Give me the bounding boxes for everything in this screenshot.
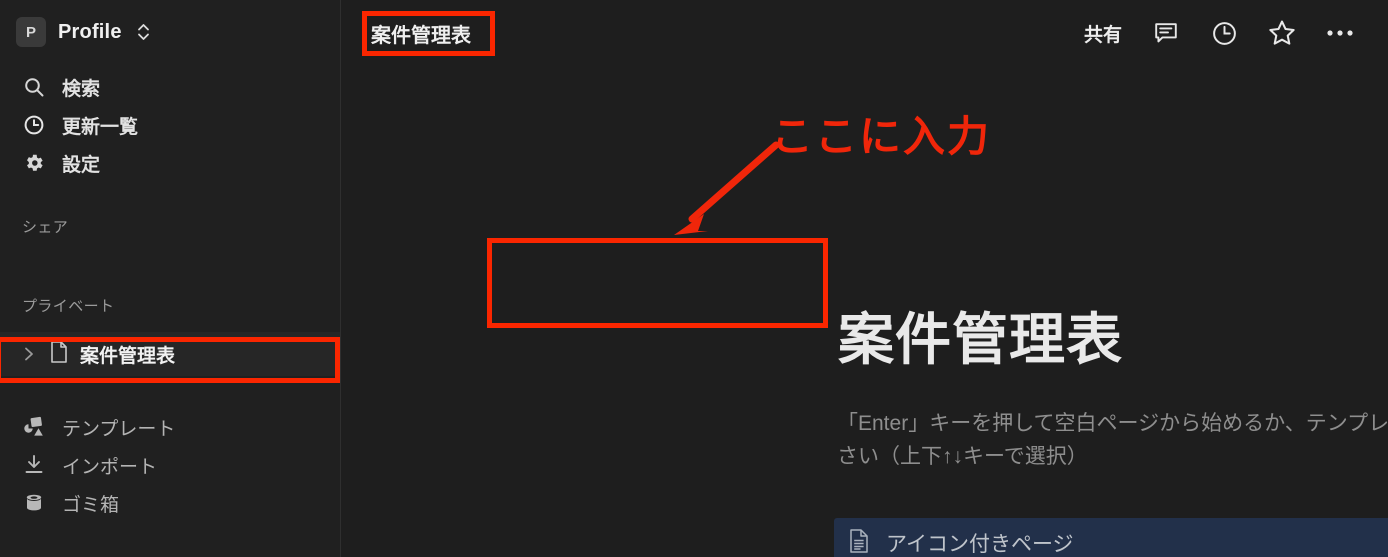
sidebar-item-trash[interactable]: ゴミ箱 [0, 484, 340, 522]
sidebar-item-label: 設定 [62, 154, 101, 176]
template-option-list: アイコン付きページ 空白ページ [834, 518, 1388, 557]
avatar: P [16, 17, 46, 47]
option-label: アイコン付きページ [886, 533, 1074, 556]
comment-icon[interactable] [1152, 19, 1180, 47]
breadcrumb[interactable]: 案件管理表 [363, 15, 479, 52]
profile-name: Profile [58, 20, 122, 43]
topbar-actions: 共有 [1084, 19, 1366, 47]
profile-switcher[interactable]: P Profile [0, 10, 340, 54]
star-icon[interactable] [1268, 19, 1296, 47]
page-hint-text: 「Enter」キーを押して空白ページから始めるか、テンプレートを選択してください… [837, 412, 1388, 468]
sidebar-item-templates[interactable]: テンプレート [0, 408, 340, 446]
sidebar-page-label: 案件管理表 [80, 345, 176, 367]
clock-icon [22, 113, 46, 137]
option-icon-page[interactable]: アイコン付きページ [834, 518, 1388, 557]
annotation-box-title [487, 238, 828, 328]
share-button[interactable]: 共有 [1084, 20, 1122, 47]
page-title[interactable]: 案件管理表 [838, 312, 1123, 368]
search-icon [22, 75, 46, 99]
sidebar-section-private: プライベート [22, 298, 115, 315]
sidebar-item-search[interactable]: 検索 [0, 68, 340, 106]
app-root: P Profile 検索 更新一覧 設定 シェア プライベート 案件管理表 テン… [0, 0, 1388, 557]
import-download-icon [22, 453, 46, 477]
sidebar-item-settings[interactable]: 設定 [0, 144, 340, 182]
sidebar-item-updates[interactable]: 更新一覧 [0, 106, 340, 144]
gear-icon [22, 151, 46, 175]
sidebar-item-label: ゴミ箱 [62, 494, 120, 516]
more-horizontal-icon[interactable] [1326, 19, 1354, 47]
sidebar-item-label: 検索 [62, 78, 101, 100]
sidebar-item-label: テンプレート [62, 418, 176, 440]
sidebar-item-案件管理表[interactable]: 案件管理表 [0, 332, 340, 376]
chevron-right-icon[interactable] [20, 346, 38, 362]
sidebar-item-label: 更新一覧 [62, 116, 139, 138]
page-with-lines-icon [848, 528, 870, 557]
template-shapes-icon [22, 415, 46, 439]
sidebar-item-import[interactable]: インポート [0, 446, 340, 484]
sidebar: P Profile 検索 更新一覧 設定 シェア プライベート 案件管理表 テン… [0, 0, 341, 557]
sidebar-item-label: インポート [62, 456, 158, 478]
clock-icon[interactable] [1210, 19, 1238, 47]
main-content: 案件管理表 共有 案件管理表 「Enter」キーを押して空白ページから始めるか、… [341, 0, 1388, 557]
annotation-callout-text: ここに入力 [771, 113, 992, 160]
sidebar-section-share: シェア [22, 219, 69, 236]
chevron-up-down-icon [137, 23, 150, 41]
topbar: 案件管理表 共有 [341, 0, 1388, 66]
page-icon [48, 340, 70, 369]
annotation-arrow-icon [674, 141, 780, 235]
trash-icon [22, 491, 46, 515]
